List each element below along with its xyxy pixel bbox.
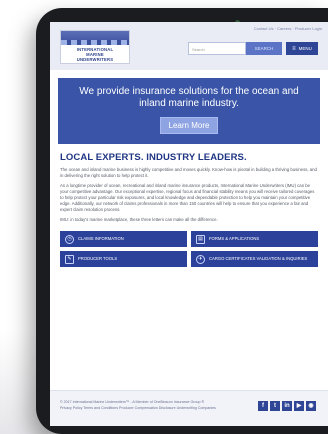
search-button[interactable]: SEARCH xyxy=(246,42,282,55)
claims-information-button[interactable]: ◷ CLAIMS INFORMATION xyxy=(60,231,187,247)
social-links: f t in ▶ ◉ xyxy=(258,401,316,411)
menu-label: MENU xyxy=(298,46,312,51)
cargo-certificates-button[interactable]: ✈ CARGO CERTIFICATES VALIDATION & INQUIR… xyxy=(191,251,318,267)
site-footer: © 2017 International Marine Underwriters… xyxy=(50,390,328,426)
youtube-icon[interactable]: ▶ xyxy=(294,401,304,411)
clock-icon: ◷ xyxy=(65,234,74,244)
hamburger-icon: ≡ xyxy=(292,45,296,52)
logo-text: INTERNATIONAL MARINE UNDERWRITERS xyxy=(61,45,129,62)
rss-icon[interactable]: ◉ xyxy=(306,401,316,411)
logo-wave xyxy=(61,40,129,45)
footer-links[interactable]: Privacy Policy Terms and Conditions Prod… xyxy=(60,405,245,411)
intro-paragraph-1: The ocean and inland marine business is … xyxy=(60,167,317,178)
forms-applications-button[interactable]: ▤ FORMS & APPLICATIONS xyxy=(191,231,318,247)
producer-tools-label: PRODUCER TOOLS xyxy=(78,255,118,261)
linkedin-icon[interactable]: in xyxy=(282,401,292,411)
facebook-icon[interactable]: f xyxy=(258,401,268,411)
tools-icon: ✎ xyxy=(65,254,74,264)
forms-applications-label: FORMS & APPLICATIONS xyxy=(209,235,260,241)
document-icon: ▤ xyxy=(196,234,205,244)
quick-links: ◷ CLAIMS INFORMATION ▤ FORMS & APPLICATI… xyxy=(60,231,318,267)
claims-information-label: CLAIMS INFORMATION xyxy=(78,235,124,241)
cargo-certificates-label: CARGO CERTIFICATES VALIDATION & INQUIRIE… xyxy=(209,255,308,261)
site-header: INTERNATIONAL MARINE UNDERWRITERS Contac… xyxy=(50,22,328,70)
producer-tools-button[interactable]: ✎ PRODUCER TOOLS xyxy=(60,251,187,267)
main-content: LOCAL EXPERTS. INDUSTRY LEADERS. The oce… xyxy=(50,144,328,267)
search-input[interactable]: Search xyxy=(188,42,246,55)
top-links[interactable]: Contact Us · Careers · Producer Login xyxy=(254,26,322,31)
certificate-icon: ✈ xyxy=(196,254,205,264)
menu-button[interactable]: ≡ MENU xyxy=(286,42,318,55)
page-headline: LOCAL EXPERTS. INDUSTRY LEADERS. xyxy=(60,152,247,163)
intro-paragraph-3: IMU: in today's marine marketplace, thes… xyxy=(60,217,218,222)
hero-text: We provide insurance solutions for the o… xyxy=(79,86,299,109)
logo-banner xyxy=(61,31,129,45)
site-logo[interactable]: INTERNATIONAL MARINE UNDERWRITERS xyxy=(60,30,130,64)
hero-banner: We provide insurance solutions for the o… xyxy=(58,78,320,144)
twitter-icon[interactable]: t xyxy=(270,401,280,411)
logo-line-3: UNDERWRITERS xyxy=(76,57,114,62)
intro-paragraph-2: As a longtime provider of ocean, recreat… xyxy=(60,183,315,212)
learn-more-button[interactable]: Learn More xyxy=(159,117,219,134)
tablet-screen: INTERNATIONAL MARINE UNDERWRITERS Contac… xyxy=(50,22,328,426)
